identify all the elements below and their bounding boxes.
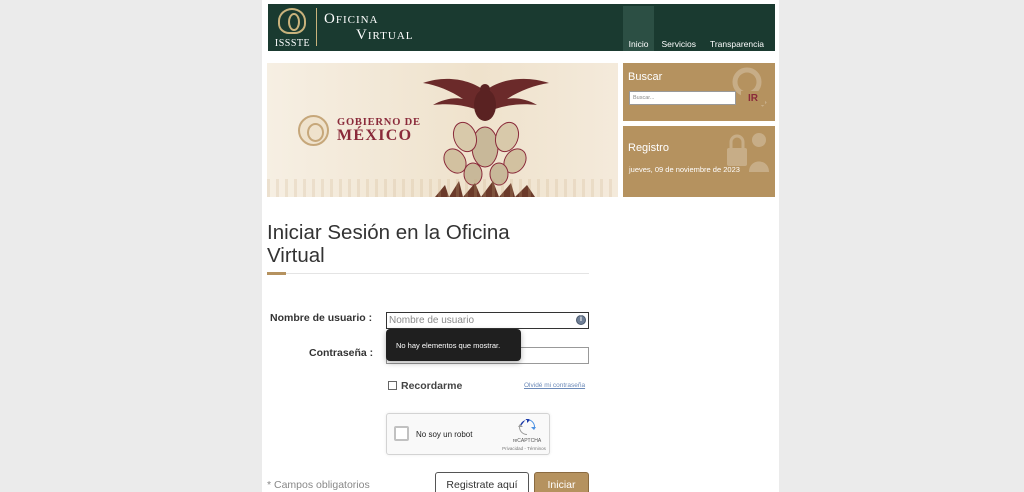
forgot-password-link[interactable]: Olvidé mi contraseña: [524, 382, 585, 389]
register-button[interactable]: Registrate aquí: [435, 472, 529, 492]
title-divider: [267, 273, 589, 274]
required-fields-note: * Campos obligatorios: [267, 479, 370, 491]
current-date: jueves, 09 de noviembre de 2023: [629, 165, 740, 174]
recaptcha-logo-icon: [518, 419, 536, 435]
main-nav: Inicio Servicios Transparencia: [622, 6, 771, 51]
search-button[interactable]: IR: [741, 91, 765, 105]
page-container: ISSSTE Oficina Virtual Inicio Servicios …: [262, 0, 779, 492]
password-label: Contraseña :: [309, 347, 374, 359]
username-label: Nombre de usuario :: [270, 312, 373, 324]
recaptcha-terms-link[interactable]: Privacidad - Términos: [499, 446, 549, 451]
header-divider: [316, 8, 317, 46]
mexico-seal-icon: [298, 115, 329, 146]
autocomplete-tooltip: No hay elementos que mostrar.: [386, 329, 521, 361]
brand-title-line1: Oficina: [324, 11, 379, 27]
issste-emblem-icon: [278, 8, 306, 34]
recaptcha-brand: reCAPTCHA: [512, 438, 542, 444]
login-title: Iniciar Sesión en la Oficina Virtual: [267, 221, 510, 267]
register-card: Registro jueves, 09 de noviembre de 2023: [623, 126, 775, 197]
search-card: Buscar IR: [623, 63, 775, 121]
site-header: ISSSTE Oficina Virtual Inicio Servicios …: [268, 4, 775, 51]
nav-transparencia[interactable]: Transparencia: [703, 6, 771, 51]
nav-servicios[interactable]: Servicios: [654, 6, 702, 51]
title-accent-bar: [267, 272, 286, 275]
eagle-cactus-illustration: [423, 78, 549, 197]
recaptcha-checkbox[interactable]: [394, 426, 409, 441]
login-button[interactable]: Iniciar: [534, 472, 589, 492]
remember-checkbox[interactable]: [388, 381, 397, 390]
register-card-title: Registro: [628, 142, 669, 154]
search-card-title: Buscar: [628, 71, 663, 83]
search-input[interactable]: [629, 91, 736, 105]
recaptcha-widget: No soy un robot reCAPTCHA Privacidad - T…: [386, 413, 550, 455]
username-input[interactable]: [386, 312, 589, 329]
remember-label[interactable]: Recordarme: [401, 380, 462, 392]
banner-line2: MÉXICO: [337, 127, 413, 144]
brand-title-line2: Virtual: [356, 27, 414, 43]
banner-pattern: [267, 179, 618, 197]
logo-text: ISSSTE: [274, 38, 311, 49]
recaptcha-label: No soy un robot: [416, 430, 473, 439]
autofill-info-icon: i: [576, 315, 586, 325]
nav-inicio[interactable]: Inicio: [622, 6, 655, 51]
gobierno-banner: GOBIERNO DE MÉXICO: [267, 63, 618, 197]
issste-logo[interactable]: ISSSTE: [272, 7, 313, 49]
